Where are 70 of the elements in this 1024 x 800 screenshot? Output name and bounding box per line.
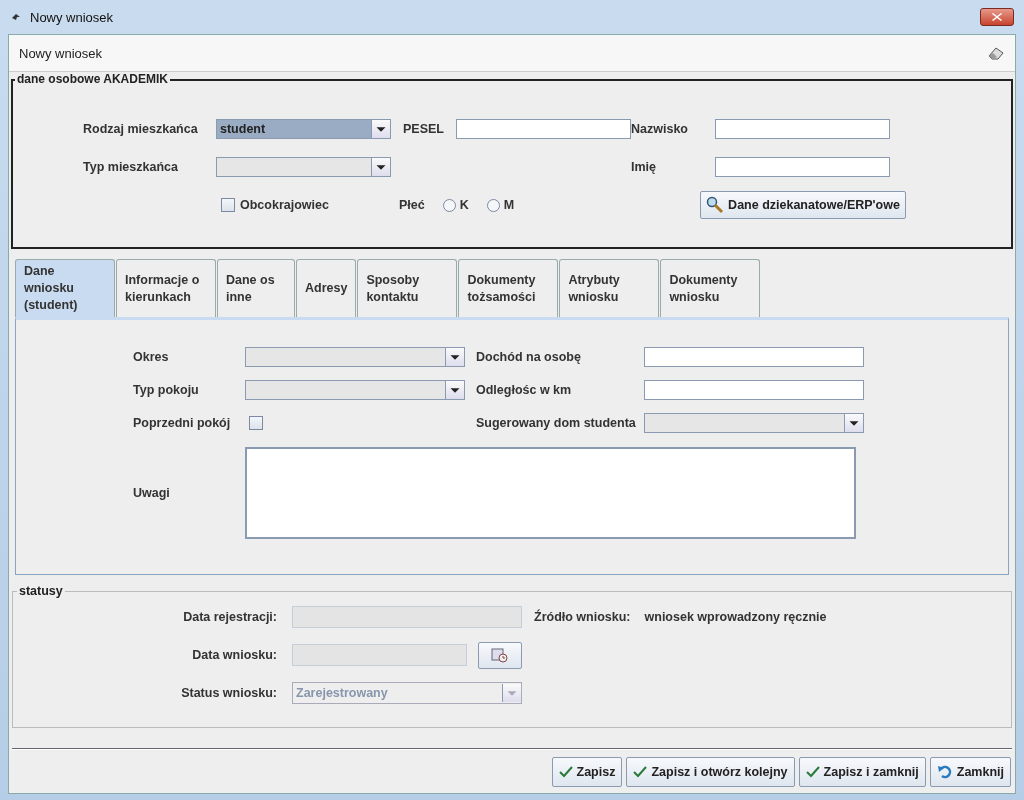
calendar-button[interactable] (478, 641, 522, 669)
section-legend: dane osobowe AKADEMIK (15, 72, 170, 86)
field-label: Płeć (398, 198, 425, 212)
caret-icon (502, 684, 521, 702)
field-label: Okres (133, 350, 170, 364)
window-title: Nowy wniosek (30, 9, 115, 25)
action-button[interactable]: Zamknij (929, 757, 1011, 787)
dropdown[interactable]: student (216, 119, 391, 139)
radio-button[interactable] (442, 198, 456, 212)
undo-arrow-icon (936, 765, 953, 779)
checkmark-icon (558, 766, 573, 778)
action-button[interactable]: Zapisz i otwórz kolejny (626, 757, 795, 787)
field-label: Odległośc w km (475, 383, 573, 397)
checkmark-icon (633, 766, 648, 778)
tab[interactable]: Dokumenty tożsamości (458, 259, 559, 317)
checkbox[interactable] (249, 416, 263, 430)
radio-label: K (459, 198, 469, 212)
tab[interactable]: Dokumenty wniosku (660, 259, 761, 317)
radio-label: M (503, 198, 515, 212)
field-label: Nazwisko (631, 122, 689, 136)
caret-icon (844, 414, 863, 432)
eraser-icon[interactable] (987, 45, 1005, 61)
tab[interactable]: Atrybuty wniosku (559, 259, 660, 317)
field-label: Źródło wniosku: (534, 610, 631, 624)
field-label: PESEL (402, 122, 445, 136)
header-title: Nowy wniosek (19, 45, 103, 61)
dropdown[interactable] (245, 380, 465, 400)
field-label: Data wniosku: (191, 648, 277, 662)
checkbox[interactable] (221, 198, 235, 212)
dropdown[interactable] (644, 413, 864, 433)
tab[interactable]: Adresy (296, 259, 357, 317)
tab[interactable]: Dane os inne (217, 259, 295, 317)
input-field[interactable] (644, 380, 864, 400)
action-button[interactable]: Zapisz i zamknij (798, 757, 926, 787)
caret-icon (445, 381, 464, 399)
tab[interactable]: Dane wniosku (student) (15, 259, 115, 317)
caret-icon (371, 158, 390, 176)
dean-data-button[interactable]: Dane dziekanatowe/ERP'owe (700, 191, 906, 219)
radio-button[interactable] (486, 198, 500, 212)
checkbox-label: Obcokrajowiec (240, 198, 329, 212)
field-label: Imię (631, 160, 657, 174)
input-field[interactable] (644, 347, 864, 367)
input-field[interactable] (715, 157, 890, 177)
notes-field[interactable] (245, 447, 856, 539)
input-field[interactable] (715, 119, 890, 139)
caret-icon (371, 120, 390, 138)
field-label: Typ pokoju (133, 383, 200, 397)
field-label: Data rejestracji: (182, 610, 277, 624)
app-icon (12, 14, 20, 20)
field-label: Uwagi (133, 486, 171, 500)
field-value: wniosek wprowadzony ręcznie (644, 610, 827, 624)
close-button[interactable] (980, 8, 1014, 26)
field-label: Status wniosku: (180, 686, 277, 700)
field-label: Poprzedni pokój (133, 416, 232, 430)
action-button[interactable]: Zapisz (551, 757, 623, 787)
field-label: Dochód na osobę (475, 350, 582, 364)
dropdown[interactable] (216, 157, 391, 177)
field-label: Typ mieszkańca (83, 160, 179, 174)
field-label: Sugerowany dom studenta (475, 416, 637, 430)
calendar-icon (491, 647, 509, 663)
close-icon (992, 13, 1002, 21)
field-label: Rodzaj mieszkańca (83, 122, 199, 136)
search-icon (706, 196, 725, 214)
dropdown[interactable] (245, 347, 465, 367)
checkmark-icon (805, 766, 820, 778)
input-field[interactable] (456, 119, 631, 139)
section-legend: statusy (17, 584, 65, 598)
tab[interactable]: Sposoby kontaktu (357, 259, 458, 317)
tab[interactable]: Informacje o kierunkach (116, 259, 216, 317)
caret-icon (445, 348, 464, 366)
